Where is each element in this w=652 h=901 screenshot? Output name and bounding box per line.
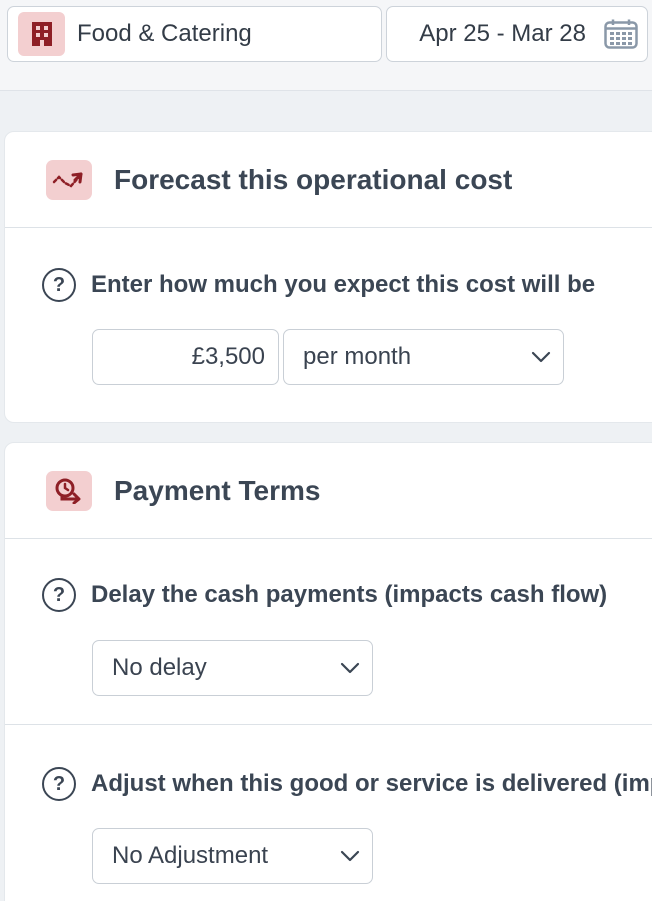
help-icon[interactable]: ? (42, 767, 76, 801)
payment-delay-question: ? Delay the cash payments (impacts cash … (42, 578, 652, 612)
page: Food & Catering Apr 25 - Mar 28 Forecast… (0, 0, 652, 901)
calendar-icon[interactable] (604, 19, 638, 49)
building-icon (18, 12, 65, 56)
forecast-card-title: Forecast this operational cost (114, 163, 513, 195)
frequency-select[interactable]: per month (283, 329, 564, 385)
delivery-adjust-selected-value: No Adjustment (112, 842, 269, 869)
payment-delay-select[interactable]: No delay (92, 640, 373, 696)
payment-delay-icon (46, 470, 92, 511)
forecast-card: Forecast this operational cost ? Enter h… (4, 131, 652, 423)
help-icon[interactable]: ? (42, 268, 76, 302)
payment-terms-header: Payment Terms (5, 443, 652, 539)
cost-amount-question-label: Enter how much you expect this cost will… (91, 271, 596, 298)
delivery-adjust-question-label: Adjust when this good or service is deli… (91, 770, 652, 797)
amount-input[interactable]: £3,500 (92, 329, 279, 385)
cost-amount-field: ? Enter how much you expect this cost wi… (5, 228, 652, 302)
delivery-adjust-select[interactable]: No Adjustment (92, 828, 373, 884)
delivery-adjust-question: ? Adjust when this good or service is de… (42, 767, 652, 801)
section-divider (5, 724, 652, 725)
chevron-down-icon (339, 661, 361, 675)
payment-delay-selected-value: No delay (112, 654, 207, 681)
top-bar: Food & Catering Apr 25 - Mar 28 (0, 0, 652, 91)
payment-terms-title: Payment Terms (114, 474, 321, 506)
payment-delay-question-label: Delay the cash payments (impacts cash fl… (91, 581, 608, 608)
chevron-down-icon (339, 849, 361, 863)
payment-delay-field: ? Delay the cash payments (impacts cash … (5, 539, 652, 612)
category-label: Food & Catering (77, 20, 252, 47)
date-range-selector[interactable]: Apr 25 - Mar 28 (386, 6, 648, 62)
delivery-adjust-field: ? Adjust when this good or service is de… (5, 767, 652, 801)
help-icon[interactable]: ? (42, 578, 76, 612)
trend-arrow-icon (46, 159, 92, 200)
frequency-selected-value: per month (303, 343, 412, 370)
chevron-down-icon (530, 350, 552, 364)
payment-terms-card: Payment Terms ? Delay the cash payments … (4, 442, 652, 901)
amount-value: £3,500 (191, 343, 265, 370)
forecast-card-header: Forecast this operational cost (5, 132, 652, 228)
category-selector[interactable]: Food & Catering (7, 6, 382, 62)
cost-amount-question: ? Enter how much you expect this cost wi… (42, 268, 652, 302)
date-range-label: Apr 25 - Mar 28 (419, 20, 586, 47)
